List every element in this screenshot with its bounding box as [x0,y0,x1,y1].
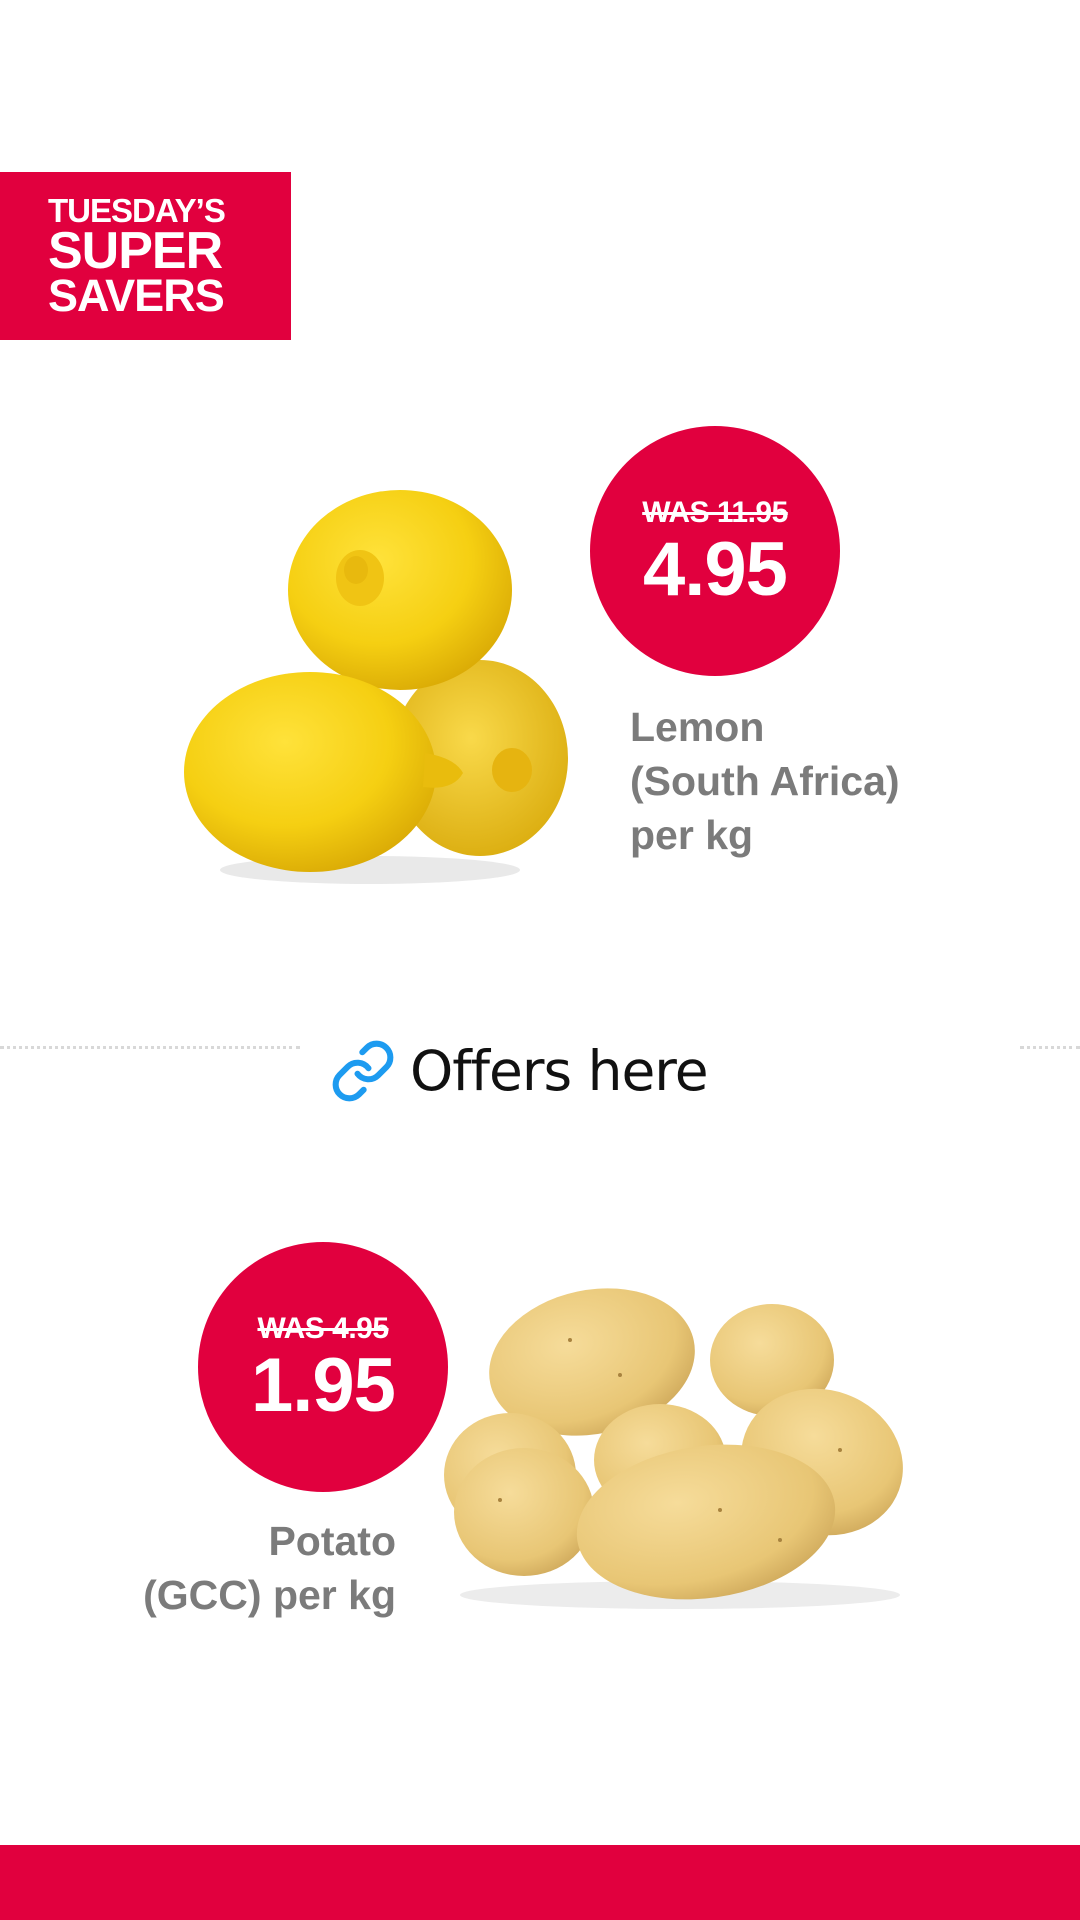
potato-price-badge: WAS 4.95 1.95 [198,1242,448,1492]
potatoes-image [420,1280,920,1620]
promo-banner: TUESDAY’S SUPER SAVERS [0,172,291,340]
banner-line-3: SAVERS [48,270,225,321]
potato-price: 1.95 [251,1343,396,1428]
bottom-bar [0,1845,1080,1920]
lemon-name-line-1: Lemon [630,704,765,750]
potato-product-name: Potato (GCC) per kg [143,1514,396,1622]
banner-line-2: SUPER [48,222,223,280]
lemon-name-line-3: per kg [630,812,754,858]
divider-right [1020,1046,1080,1049]
lemon-name-line-2: (South Africa) [630,758,900,804]
divider-left [0,1046,300,1049]
lemon-price: 4.95 [643,527,788,612]
offers-link[interactable]: Offers here [330,1034,709,1108]
lemons-image [180,478,580,898]
lemon-was-price: WAS 11.95 [642,496,788,529]
offers-link-label: Offers here [410,1039,709,1103]
lemon-product-name: Lemon (South Africa) per kg [630,700,900,862]
potato-was-price: WAS 4.95 [257,1312,389,1345]
potato-name-line-2: (GCC) per kg [143,1572,396,1618]
lemon-price-badge: WAS 11.95 4.95 [590,426,840,676]
potato-name-line-1: Potato [268,1518,396,1564]
link-icon [330,1038,396,1104]
